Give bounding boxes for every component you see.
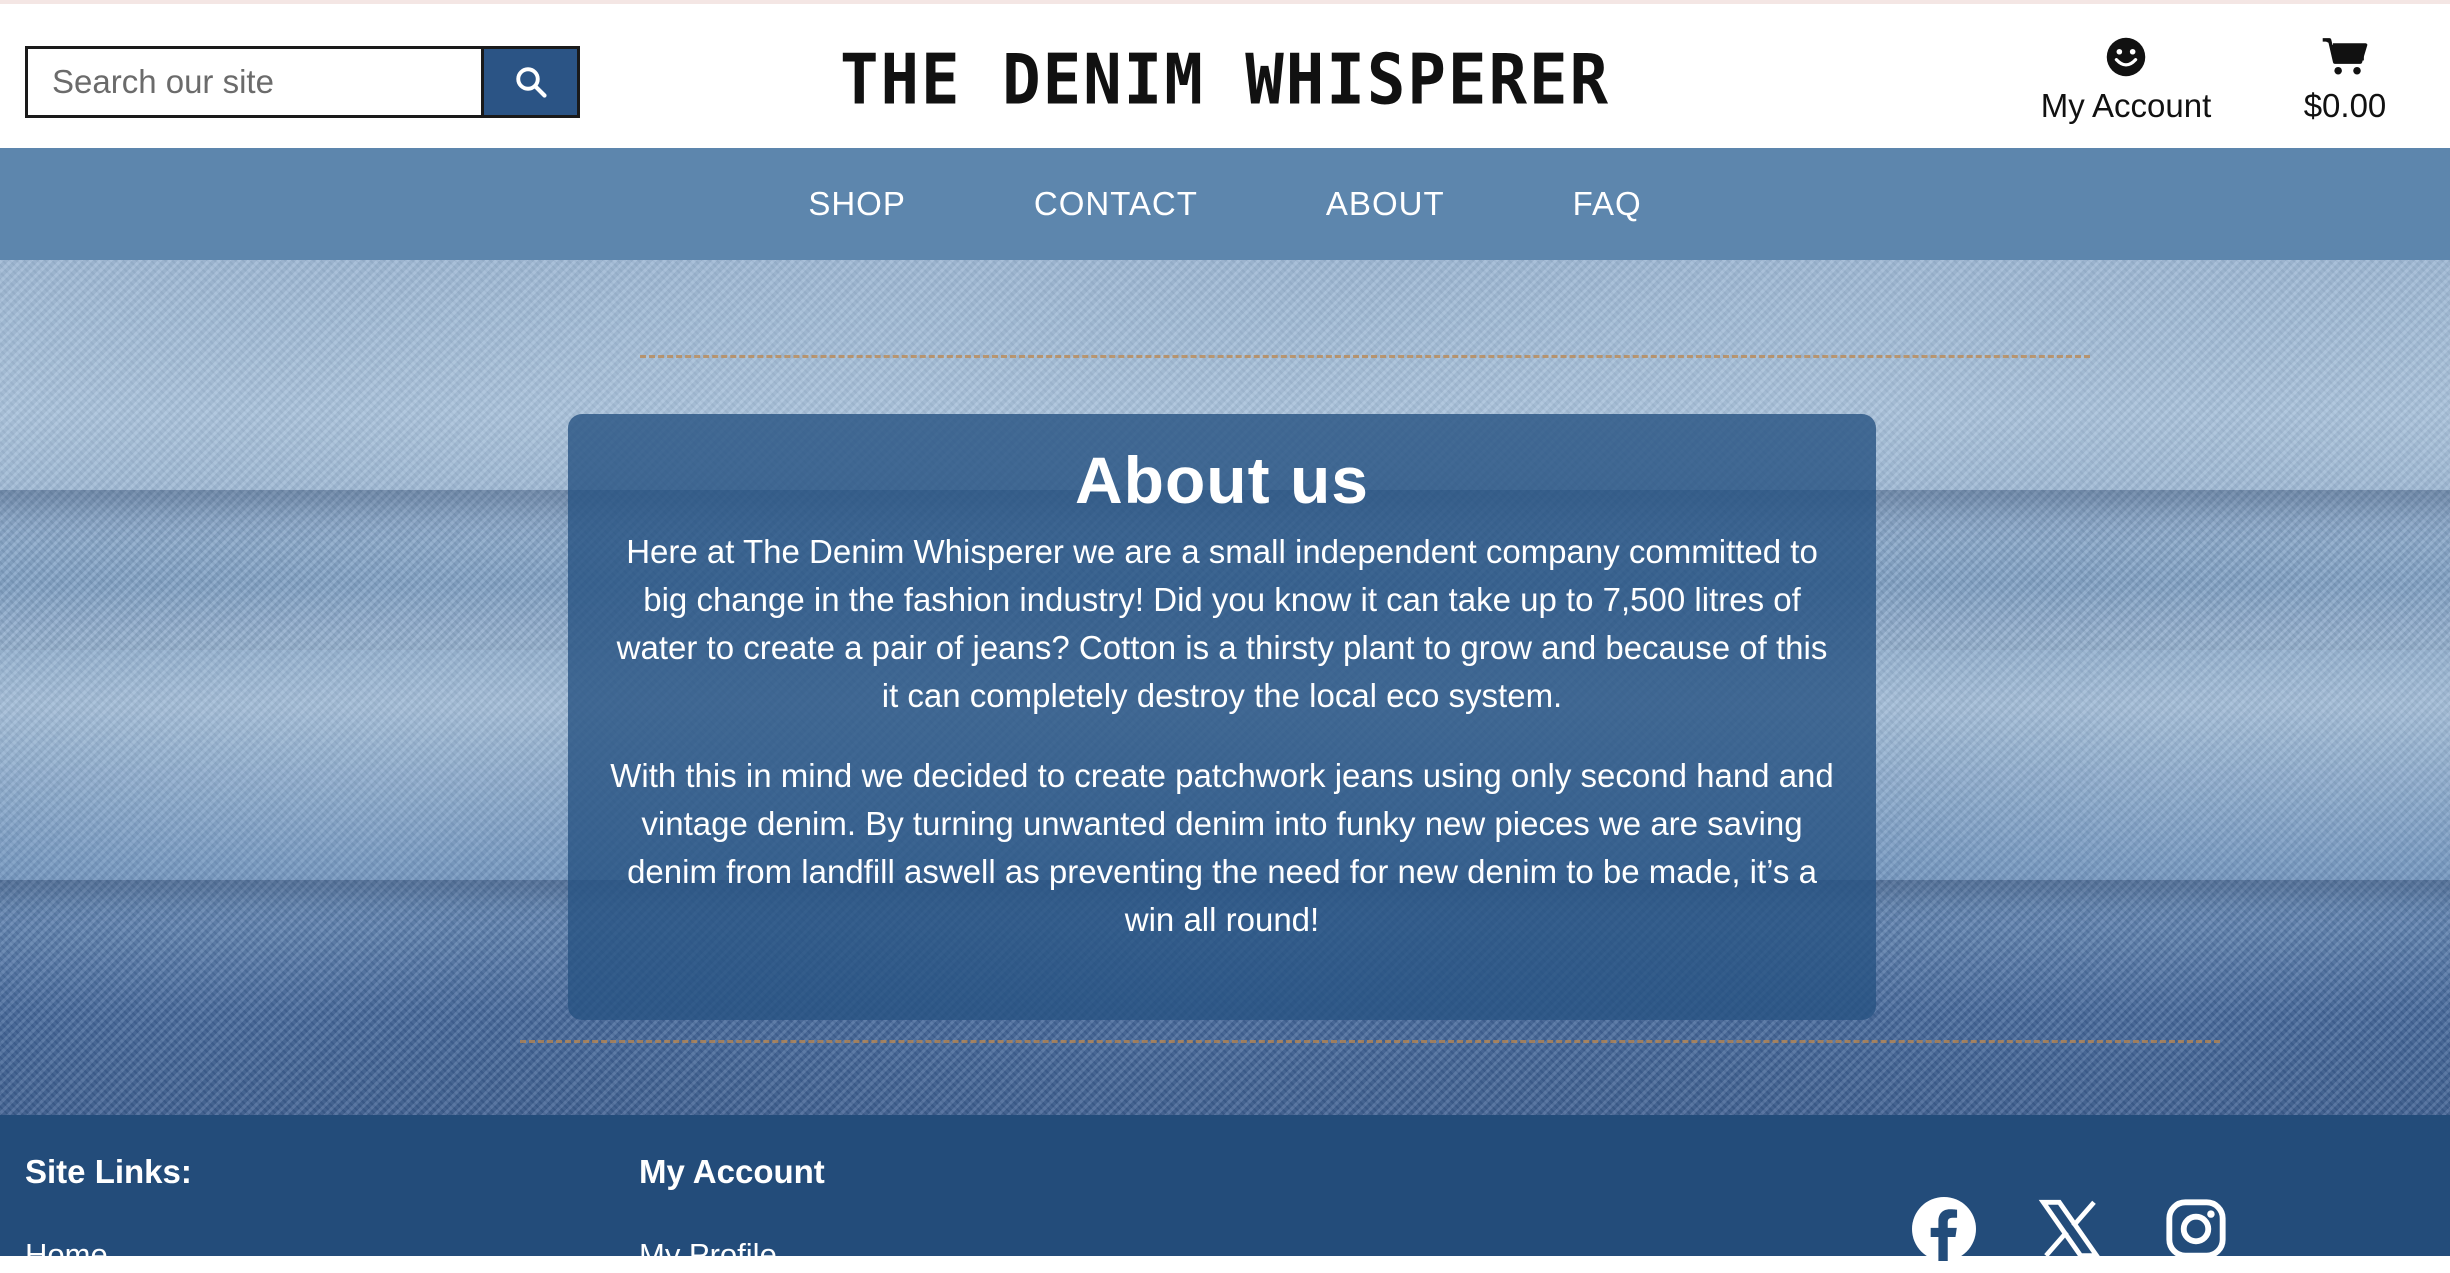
footer-link-my-profile[interactable]: My Profile: [639, 1237, 825, 1273]
nav-item-shop[interactable]: SHOP: [808, 185, 906, 223]
footer-site-links-heading: Site Links:: [25, 1153, 192, 1190]
smiley-icon: [2106, 37, 2146, 77]
main-nav: SHOP CONTACT ABOUT FAQ: [0, 148, 2450, 260]
footer-site-links: Site Links: Home: [25, 1153, 192, 1273]
my-account-label: My Account: [2040, 87, 2212, 124]
cart-total: $0.00: [2303, 87, 2387, 124]
instagram-icon[interactable]: [2164, 1197, 2228, 1261]
footer-my-account: My Account My Profile: [639, 1153, 825, 1273]
cart-link[interactable]: $0.00: [2290, 36, 2400, 125]
footer-link-home[interactable]: Home: [25, 1237, 192, 1273]
about-title: About us: [1075, 443, 1369, 517]
about-paragraph-2: With this in mind we decided to create p…: [610, 757, 1834, 938]
footer-my-account-heading: My Account: [639, 1153, 825, 1190]
denim-seam-bottom: [520, 1040, 2220, 1103]
cart-icon: [2322, 38, 2368, 75]
about-paragraph-1: Here at The Denim Whisperer we are a sma…: [616, 533, 1828, 714]
site-header: THE DENIM WHISPERER My Account $0.00: [0, 4, 2450, 148]
denim-seam: [640, 355, 2090, 418]
hero-denim-background: About us Here at The Denim Whisperer we …: [0, 260, 2450, 1115]
nav-item-about[interactable]: ABOUT: [1326, 185, 1445, 223]
site-footer: Site Links: Home My Account My Profile: [0, 1115, 2450, 1272]
nav-item-faq[interactable]: FAQ: [1573, 185, 1642, 223]
nav-item-contact[interactable]: CONTACT: [1034, 185, 1198, 223]
facebook-icon[interactable]: [1912, 1197, 1976, 1261]
social-links: [1912, 1197, 2290, 1261]
about-card: About us Here at The Denim Whisperer we …: [568, 414, 1876, 1020]
x-icon[interactable]: [2038, 1197, 2102, 1261]
my-account-link[interactable]: My Account: [2038, 36, 2214, 125]
